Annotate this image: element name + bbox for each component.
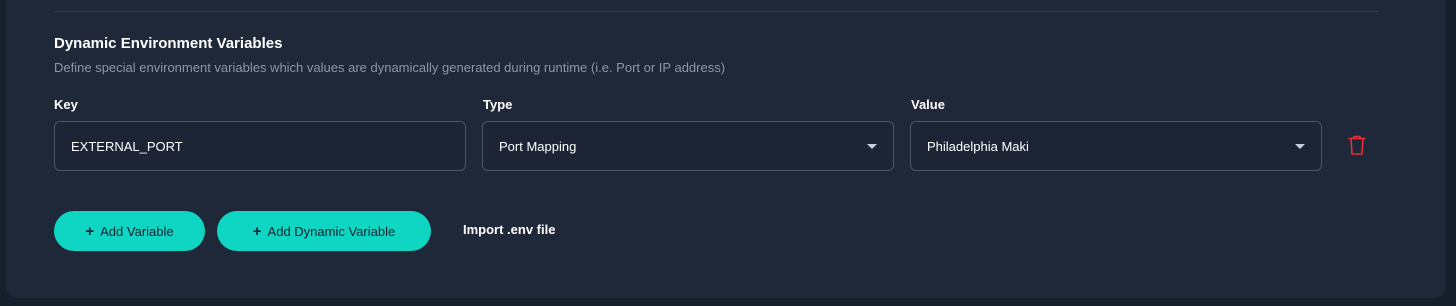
import-env-link[interactable]: Import .env file <box>463 222 555 237</box>
trash-icon[interactable] <box>1347 134 1367 156</box>
plus-icon: + <box>252 222 262 240</box>
section-title: Dynamic Environment Variables <box>54 35 283 52</box>
chevron-down-icon <box>867 143 877 149</box>
value-select-value: Philadelphia Maki <box>927 138 1029 154</box>
add-dynamic-variable-label: Add Dynamic Variable <box>267 223 396 239</box>
section-description: Define special environment variables whi… <box>54 60 726 75</box>
divider <box>54 11 1379 12</box>
type-select[interactable]: Port Mapping <box>482 121 894 171</box>
env-variables-panel: Dynamic Environment Variables Define spe… <box>6 0 1446 298</box>
key-input[interactable]: EXTERNAL_PORT <box>54 121 466 171</box>
value-select[interactable]: Philadelphia Maki <box>910 121 1322 171</box>
add-variable-label: Add Variable <box>100 223 174 239</box>
value-label: Value <box>911 97 945 112</box>
add-variable-button[interactable]: + Add Variable <box>54 211 205 251</box>
chevron-down-icon <box>1295 143 1305 149</box>
key-label: Key <box>54 97 78 112</box>
plus-icon: + <box>85 222 95 240</box>
type-label: Type <box>483 97 513 112</box>
key-input-value: EXTERNAL_PORT <box>71 138 183 154</box>
type-select-value: Port Mapping <box>499 138 577 154</box>
add-dynamic-variable-button[interactable]: + Add Dynamic Variable <box>217 211 431 251</box>
